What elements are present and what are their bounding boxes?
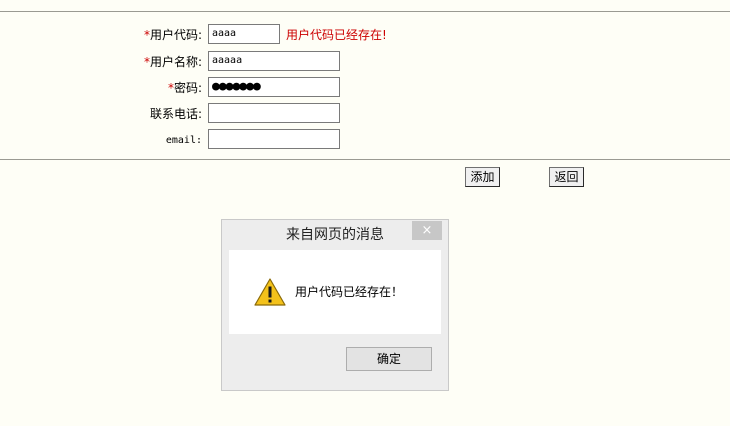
back-button[interactable]: 返回: [549, 167, 584, 187]
email-label: email:: [165, 135, 202, 146]
user-code-error: 用户代码已经存在!: [286, 28, 387, 42]
warning-icon: [254, 278, 286, 306]
password-label: *密码:: [167, 81, 202, 95]
dialog-message: 用户代码已经存在！: [295, 285, 404, 299]
top-divider: [0, 11, 730, 12]
user-code-label: *用户代码:: [143, 28, 202, 42]
password-input[interactable]: ●●●●●●●: [208, 77, 340, 97]
ok-button[interactable]: 确定: [346, 347, 432, 371]
phone-input[interactable]: [208, 103, 340, 123]
user-name-row: *用户名称: aaaaa: [0, 51, 730, 73]
close-icon[interactable]: ×: [412, 221, 442, 240]
email-row: email:: [0, 129, 730, 151]
user-code-row: *用户代码: aaaa 用户代码已经存在!: [0, 24, 730, 46]
phone-row: 联系电话:: [0, 103, 730, 125]
alert-dialog: 来自网页的消息 × 用户代码已经存在！ 确定: [221, 219, 449, 391]
bottom-divider: [0, 159, 730, 160]
user-name-label: *用户名称:: [143, 55, 202, 69]
user-code-input[interactable]: aaaa: [208, 24, 280, 44]
email-input[interactable]: [208, 129, 340, 149]
password-row: *密码: ●●●●●●●: [0, 77, 730, 99]
add-button[interactable]: 添加: [465, 167, 500, 187]
dialog-body: 用户代码已经存在！: [229, 250, 441, 334]
phone-label: 联系电话:: [149, 107, 202, 121]
user-name-input[interactable]: aaaaa: [208, 51, 340, 71]
